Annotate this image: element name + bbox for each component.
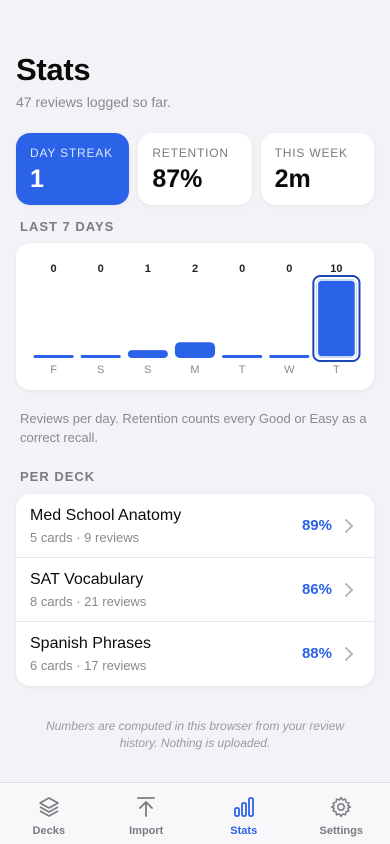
chart-bar — [80, 355, 121, 358]
bar-value-label: 1 — [145, 263, 151, 275]
bar-value-label: 0 — [51, 263, 57, 275]
chart-note: Reviews per day. Retention counts every … — [20, 411, 367, 445]
chart-bar — [222, 355, 263, 358]
day-streak-card: DAY STREAK 1 — [16, 133, 130, 205]
chart-bar — [174, 342, 216, 358]
page-subtitle: 47 reviews logged so far. — [16, 94, 171, 110]
chevron-right-icon — [345, 647, 353, 661]
chart-bar — [316, 279, 357, 358]
deck-meta: 6 cards · 17 reviews — [30, 658, 147, 673]
chart-bar — [269, 355, 310, 358]
tab-label: Import — [129, 825, 164, 837]
bar-chart-icon — [233, 797, 254, 817]
bar-value-label: 2 — [192, 263, 198, 275]
deck-meta: 5 cards · 9 reviews — [30, 530, 140, 545]
chevron-right-icon — [345, 519, 353, 533]
bar-value-label: 0 — [98, 263, 104, 275]
deck-row-sat-vocabulary[interactable]: SAT Vocabulary 8 cards · 21 reviews 86% — [16, 558, 374, 622]
this-week-card: THIS WEEK 2m — [260, 133, 374, 205]
deck-meta: 8 cards · 21 reviews — [30, 594, 147, 609]
deck-row-spanish-phrases[interactable]: Spanish Phrases 6 cards · 17 reviews 88% — [16, 622, 374, 686]
page-title: Stats — [16, 52, 91, 87]
day-tick-label: W — [284, 364, 295, 376]
stat-label: DAY STREAK — [30, 146, 113, 160]
stat-label: THIS WEEK — [274, 146, 348, 160]
tab-bar: Decks Import Stats Settings — [0, 782, 390, 844]
stat-label: RETENTION — [152, 146, 229, 160]
retention-card: RETENTION 87% — [138, 133, 252, 205]
tab-label: Settings — [319, 825, 363, 837]
deck-name: Spanish Phrases — [30, 635, 151, 652]
day-tick-label: T — [239, 364, 246, 376]
chevron-right-icon — [345, 583, 353, 597]
stat-cards: DAY STREAK 1 RETENTION 87% THIS WEEK 2m — [16, 133, 374, 205]
stat-value: 87% — [152, 165, 203, 193]
tab-settings[interactable]: Settings — [293, 783, 390, 844]
day-tick-label: S — [144, 364, 151, 376]
stat-value: 1 — [30, 165, 44, 193]
bar-value-label: 10 — [330, 263, 342, 275]
day-tick-label: M — [190, 364, 199, 376]
deck-retention: 89% — [301, 517, 332, 534]
day-tick-label: T — [333, 364, 340, 376]
last-7-days-chart: 0 F 0 S 1 S 2 M 0 T 0 W 10 T — [16, 243, 374, 390]
last-7-days-label: LAST 7 DAYS — [20, 219, 115, 234]
bar-value-label: 0 — [286, 263, 292, 275]
tab-decks[interactable]: Decks — [0, 783, 98, 844]
chart-bar — [127, 350, 168, 358]
deck-retention: 86% — [301, 581, 332, 598]
chart-bar — [33, 355, 74, 358]
upload-icon — [137, 797, 156, 817]
tab-stats[interactable]: Stats — [195, 783, 293, 844]
day-tick-label: F — [50, 364, 57, 376]
tab-label: Stats — [230, 825, 258, 837]
tab-label: Decks — [32, 825, 65, 837]
privacy-footnote: Numbers are computed in this browser fro… — [45, 719, 345, 750]
deck-name: SAT Vocabulary — [30, 571, 144, 588]
per-deck-label: PER DECK — [20, 469, 96, 484]
stat-value: 2m — [274, 165, 311, 193]
day-tick-label: S — [97, 364, 104, 376]
deck-row-med-school-anatomy[interactable]: Med School Anatomy 5 cards · 9 reviews 8… — [16, 494, 374, 558]
deck-name: Med School Anatomy — [30, 507, 182, 524]
layers-icon — [38, 797, 59, 817]
bar-chart: 0 F 0 S 1 S 2 M 0 T 0 W 10 T — [33, 263, 361, 376]
deck-retention: 88% — [301, 645, 332, 662]
gear-icon — [331, 796, 352, 818]
tab-import[interactable]: Import — [98, 783, 196, 844]
bar-value-label: 0 — [239, 263, 245, 275]
deck-list: Med School Anatomy 5 cards · 9 reviews 8… — [16, 494, 374, 686]
